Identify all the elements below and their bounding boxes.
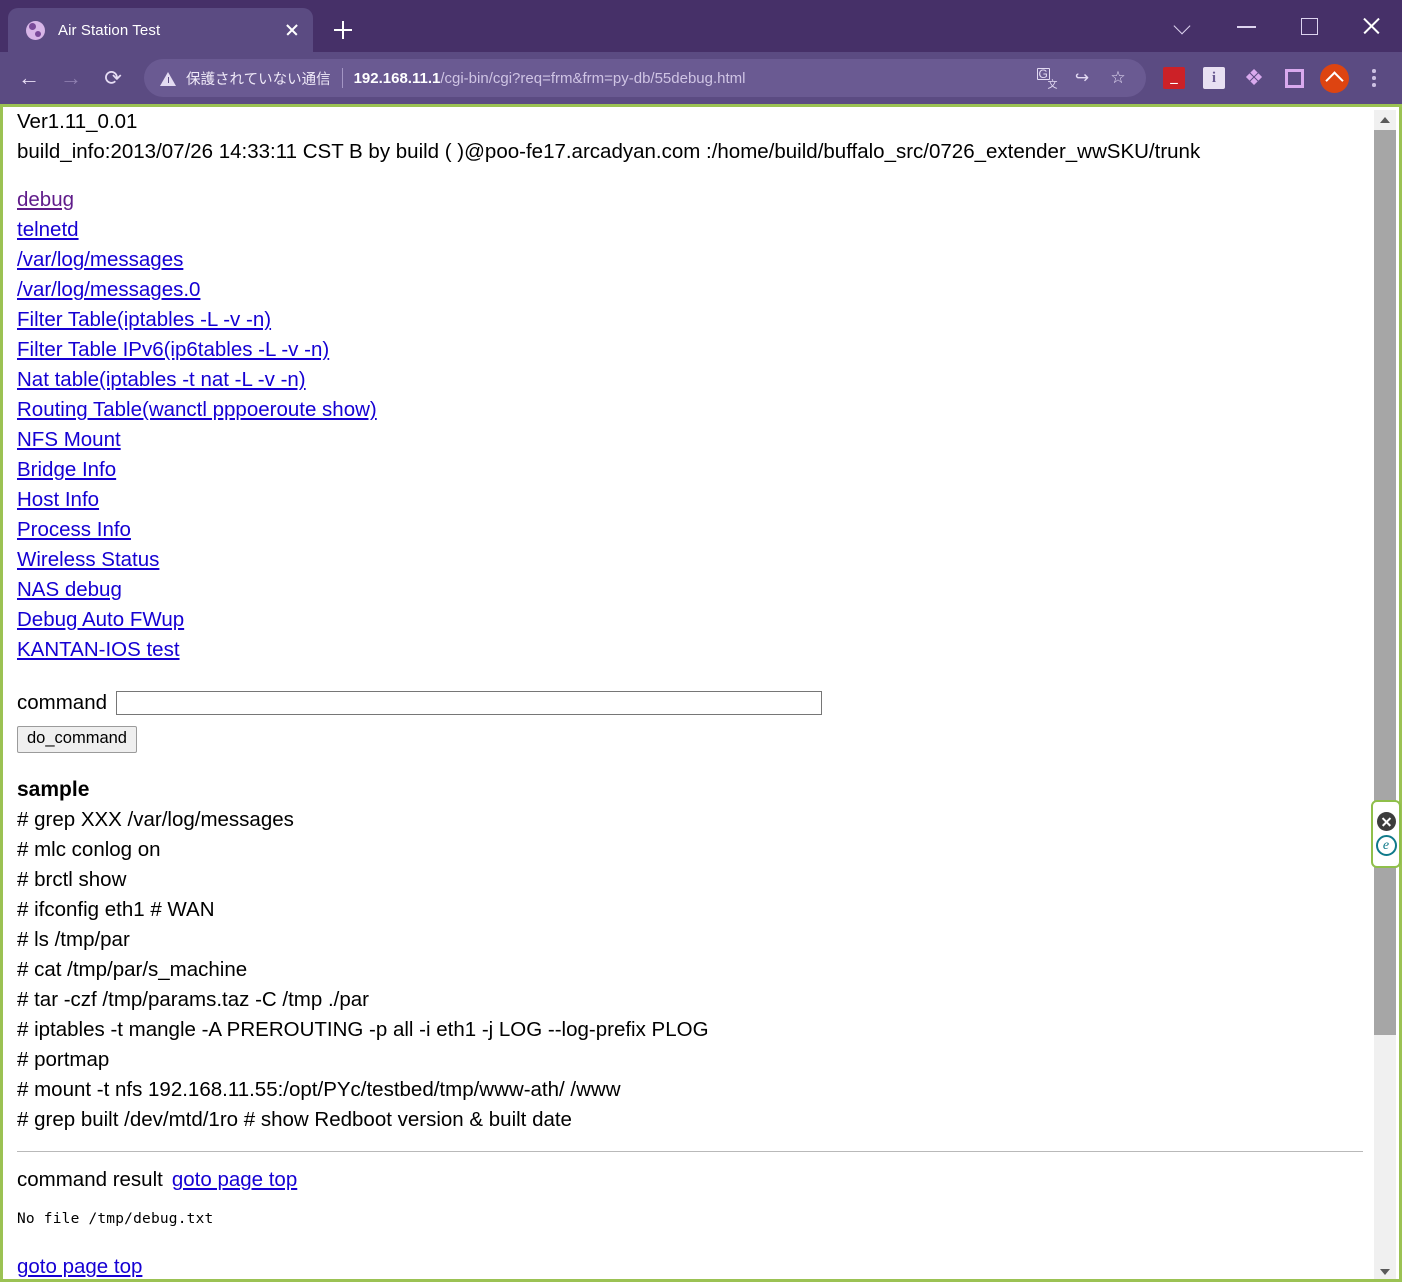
- divider-above-result: [17, 1151, 1363, 1153]
- sample-command-line: # tar -czf /tmp/params.taz -C /tmp ./par: [17, 988, 370, 1012]
- version-line: Ver1.11_0.01: [17, 110, 138, 133]
- bookmark-star-icon[interactable]: ☆: [1100, 61, 1136, 95]
- goto-page-top-link-bottom[interactable]: goto page top: [17, 1252, 142, 1279]
- internet-explorer-icon[interactable]: e: [1375, 835, 1397, 856]
- debug-link[interactable]: /var/log/messages: [17, 245, 183, 275]
- back-arrow-icon: ←: [18, 65, 40, 90]
- tab-title: Air Station Test: [58, 21, 161, 39]
- extension-icons: _ i ❖: [1154, 58, 1394, 98]
- scroll-down-arrow-icon[interactable]: [1374, 1262, 1396, 1279]
- tab-search-chevron-down-icon[interactable]: [1154, 0, 1216, 52]
- forward-arrow-icon: →: [60, 65, 82, 90]
- maximize-window-button[interactable]: [1278, 0, 1340, 52]
- sample-command-line: # iptables -t mangle -A PREROUTING -p al…: [17, 1018, 709, 1042]
- command-label: command: [17, 691, 108, 714]
- sample-command-line: # cat /tmp/par/s_machine: [17, 958, 248, 982]
- omnibox-icons: ↪ ☆: [1028, 61, 1136, 95]
- scrollbar-thumb[interactable]: [1374, 130, 1396, 1035]
- sample-heading: sample: [17, 778, 90, 802]
- debug-link[interactable]: Debug Auto FWup: [17, 605, 184, 635]
- debug-link[interactable]: Filter Table(iptables -L -v -n): [17, 305, 271, 335]
- command-result-label: command result: [17, 1168, 163, 1192]
- close-tab-icon[interactable]: [279, 17, 305, 43]
- forward-button[interactable]: →: [51, 58, 91, 98]
- globe-icon: [26, 20, 45, 40]
- window-controls: [1154, 0, 1402, 52]
- command-result-row: command result goto page top: [17, 1165, 1363, 1195]
- scroll-up-arrow-icon[interactable]: [1374, 110, 1396, 130]
- translate-icon[interactable]: [1028, 61, 1064, 95]
- goto-page-top-link-inline[interactable]: goto page top: [172, 1168, 297, 1191]
- minimize-window-button[interactable]: [1216, 0, 1278, 52]
- command-result-output: No file /tmp/debug.txt: [17, 1211, 214, 1228]
- vertical-scrollbar[interactable]: [1374, 110, 1396, 1279]
- debug-link[interactable]: NAS debug: [17, 575, 122, 605]
- security-status-text: 保護されていない通信: [186, 71, 331, 88]
- new-tab-button[interactable]: [325, 12, 361, 48]
- reload-icon: ⟳: [104, 66, 122, 90]
- build-info-line: build_info:2013/07/26 14:33:11 CST B by …: [17, 140, 1201, 163]
- info-extension-icon[interactable]: i: [1194, 58, 1234, 98]
- close-icon[interactable]: [1376, 812, 1396, 831]
- debug-link[interactable]: Process Info: [17, 515, 131, 545]
- close-window-button[interactable]: [1340, 0, 1402, 52]
- adobe-acrobat-extension-icon[interactable]: _: [1154, 58, 1194, 98]
- debug-link[interactable]: Routing Table(wanctl pppoeroute show): [17, 395, 377, 425]
- do-command-button[interactable]: do_command: [17, 726, 137, 754]
- profile-avatar[interactable]: [1314, 58, 1354, 98]
- page-viewport: Ver1.11_0.01 build_info:2013/07/26 14:33…: [0, 104, 1402, 1282]
- url-text: 192.168.11.1/cgi-bin/cgi?req=frm&frm=py-…: [354, 70, 1022, 87]
- chrome-menu-kebab-icon[interactable]: [1354, 58, 1394, 98]
- sample-command-line: # ls /tmp/par: [17, 928, 130, 952]
- debug-link[interactable]: telnetd: [17, 215, 79, 245]
- browser-tab[interactable]: Air Station Test: [8, 8, 313, 52]
- page-content: Ver1.11_0.01 build_info:2013/07/26 14:33…: [3, 107, 1377, 1279]
- navigation-toolbar: ← → ⟳ 保護されていない通信 192.168.11.1/cgi-bin/cg…: [0, 52, 1402, 104]
- tab-strip: Air Station Test: [0, 0, 1402, 52]
- share-icon[interactable]: ↪: [1064, 61, 1100, 95]
- sample-command-line: # brctl show: [17, 868, 127, 892]
- back-button[interactable]: ←: [9, 58, 49, 98]
- url-path: /cgi-bin/cgi?req=frm&frm=py-db/55debug.h…: [440, 69, 746, 87]
- sample-command-line: # grep XXX /var/log/messages: [17, 808, 294, 832]
- url-host: 192.168.11.1: [353, 69, 441, 87]
- browser-window: Air Station Test ← → ⟳ 保護されていない通信 192.16…: [0, 0, 1402, 1282]
- debug-link-list: debug telnetd/var/log/messages/var/log/me…: [17, 185, 1363, 665]
- debug-link[interactable]: KANTAN-IOS test: [17, 635, 180, 665]
- not-secure-warning-icon: [160, 71, 177, 86]
- address-bar[interactable]: 保護されていない通信 192.168.11.1/cgi-bin/cgi?req=…: [144, 59, 1146, 97]
- debug-link[interactable]: Filter Table IPv6(ip6tables -L -v -n): [17, 335, 329, 365]
- debug-link[interactable]: Wireless Status: [17, 545, 159, 575]
- sample-command-list: # grep XXX /var/log/messages # mlc conlog…: [17, 805, 1363, 1135]
- sample-command-line: # mlc conlog on: [17, 838, 161, 862]
- debug-link[interactable]: Nat table(iptables -t nat -L -v -n): [17, 365, 306, 395]
- reload-button[interactable]: ⟳: [93, 58, 133, 98]
- debug-link[interactable]: debug: [17, 185, 74, 215]
- command-input[interactable]: [116, 691, 823, 716]
- ie-mode-widget[interactable]: e: [1371, 800, 1401, 868]
- debug-link[interactable]: Bridge Info: [17, 455, 116, 485]
- sample-command-line: # ifconfig eth1 # WAN: [17, 898, 215, 922]
- debug-link[interactable]: /var/log/messages.0: [17, 275, 200, 305]
- omnibox-divider: [341, 68, 343, 88]
- sample-command-line: # grep built /dev/mtd/1ro # show Redboot…: [17, 1108, 572, 1132]
- debug-link[interactable]: Host Info: [17, 485, 99, 515]
- debug-link[interactable]: NFS Mount: [17, 425, 121, 455]
- sample-command-line: # portmap: [17, 1048, 110, 1072]
- square-extension-icon[interactable]: [1274, 58, 1314, 98]
- command-form-row: command: [17, 688, 1363, 718]
- puzzle-extensions-icon[interactable]: ❖: [1234, 58, 1274, 98]
- sample-command-line: # mount -t nfs 192.168.11.55:/opt/PYc/te…: [17, 1078, 621, 1102]
